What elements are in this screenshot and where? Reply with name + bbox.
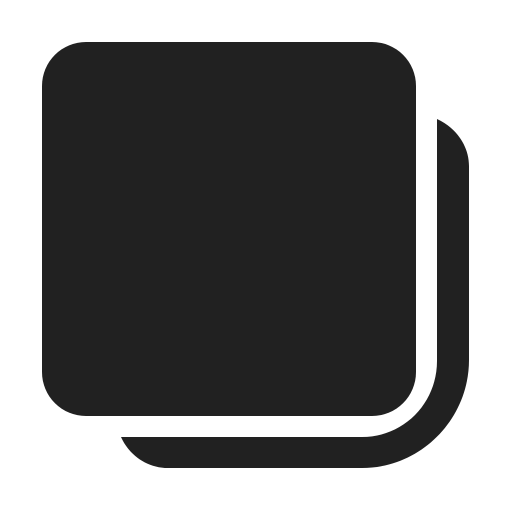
icon-canvas <box>0 0 512 512</box>
copy-icon-front-layer <box>42 42 416 416</box>
copy-icon <box>42 42 469 468</box>
